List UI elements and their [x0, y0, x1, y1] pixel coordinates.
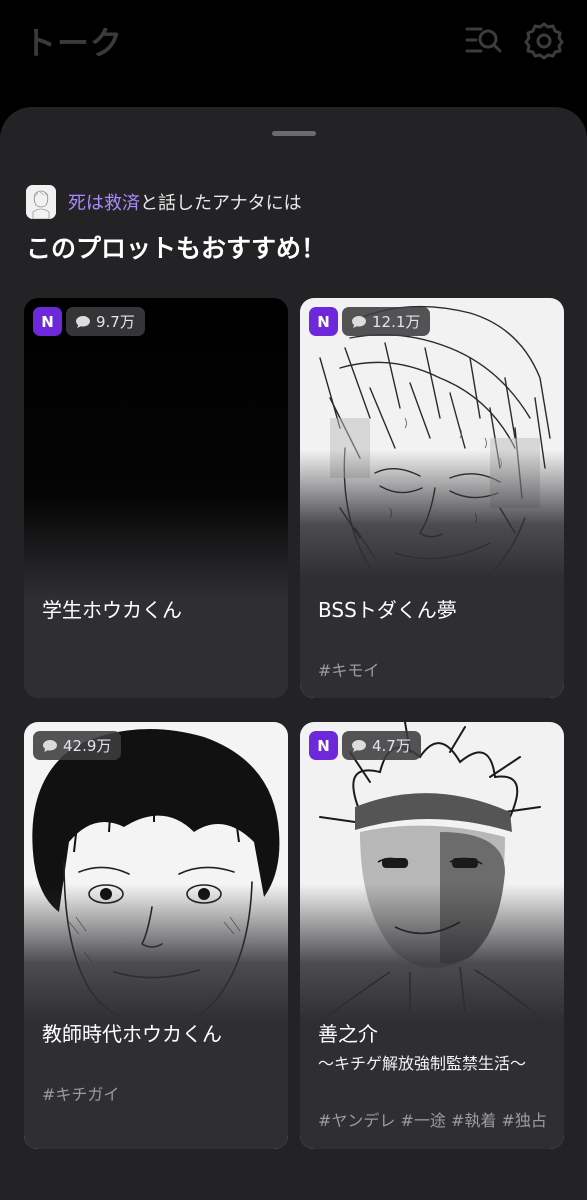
chat-bubble-icon [352, 315, 366, 328]
card-gradient [24, 884, 288, 1149]
chat-count-badge: 42.9万 [33, 731, 122, 760]
card-badges: N 9.7万 [33, 307, 145, 336]
chat-count-badge: 9.7万 [66, 307, 145, 336]
card-badges: N 12.1万 [309, 307, 431, 336]
recommendation-sheet: 死は救済と話したアナタには このプロットもおすすめ！ N 9.7万 学生ホウカく… [0, 107, 587, 1200]
chat-bubble-icon [43, 739, 57, 752]
new-badge: N [33, 307, 62, 336]
app-header: トーク [0, 0, 587, 110]
chat-count: 4.7万 [372, 737, 411, 755]
search-list-icon[interactable] [463, 20, 503, 60]
chat-count-badge: 4.7万 [342, 731, 421, 760]
card-title: 学生ホウカくん [42, 598, 182, 622]
chat-count: 12.1万 [372, 313, 421, 331]
chat-count-badge: 12.1万 [342, 307, 431, 336]
reference-plot-link[interactable]: 死は救済 [68, 193, 140, 214]
screen: トーク 死は救済と話したアナタには このプロットもおすすめ！ N 9.7万 学生… [0, 0, 587, 1200]
plot-card[interactable]: N 9.7万 学生ホウカくん [24, 298, 288, 698]
plot-card[interactable]: 42.9万 教師時代ホウカくん #キチガイ [24, 722, 288, 1149]
reference-row: 死は救済と話したアナタには [26, 185, 302, 219]
sheet-grabber[interactable] [272, 131, 316, 136]
card-subtitle: ～キチゲ解放強制監禁生活～ [318, 1054, 527, 1073]
plot-card[interactable]: N 12.1万 BSSトダくん夢 #キモイ [300, 298, 564, 698]
card-tags: #キモイ [318, 661, 380, 680]
chat-count: 42.9万 [63, 737, 112, 755]
plot-card[interactable]: N 4.7万 善之介 ～キチゲ解放強制監禁生活～ #ヤンデレ #一途 #執着 #… [300, 722, 564, 1149]
app-title: トーク [24, 24, 124, 62]
card-title: 善之介 [318, 1022, 378, 1046]
sheet-title: このプロットもおすすめ！ [26, 234, 327, 263]
reference-text: 死は救済と話したアナタには [68, 189, 302, 215]
chat-bubble-icon [76, 315, 90, 328]
card-tags: #ヤンデレ #一途 #執着 #独占 [318, 1111, 547, 1130]
card-image [24, 298, 288, 698]
card-title: BSSトダくん夢 [318, 598, 457, 622]
chat-bubble-icon [352, 739, 366, 752]
card-title: 教師時代ホウカくん [42, 1022, 222, 1046]
reference-suffix: と話したアナタには [140, 193, 302, 214]
card-badges: 42.9万 [33, 731, 122, 760]
gear-icon[interactable] [524, 20, 564, 60]
card-tags: #キチガイ [42, 1085, 120, 1104]
chat-count: 9.7万 [96, 313, 135, 331]
reference-thumbnail [26, 185, 56, 219]
new-badge: N [309, 307, 338, 336]
card-badges: N 4.7万 [309, 731, 421, 760]
new-badge: N [309, 731, 338, 760]
